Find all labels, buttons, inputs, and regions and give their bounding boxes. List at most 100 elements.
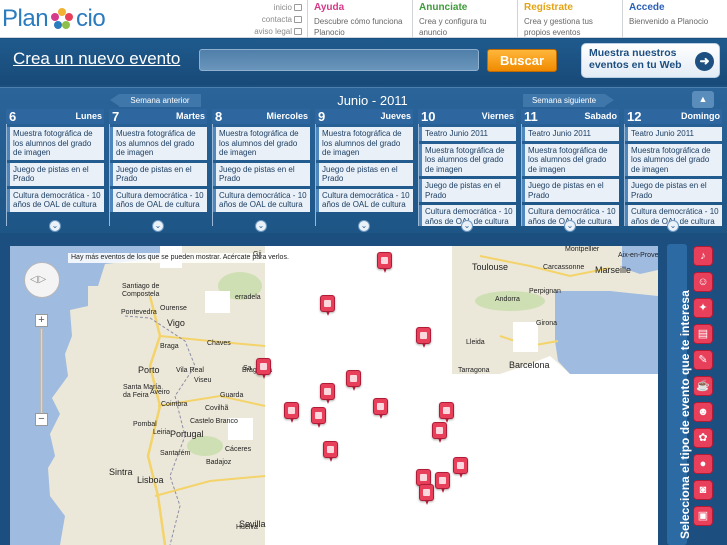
event-item[interactable]: Muestra fotográfica de los alumnos del g… <box>522 143 619 176</box>
menu-accede-title: Accede <box>629 2 665 13</box>
event-marker[interactable] <box>377 252 392 273</box>
event-marker[interactable] <box>432 422 447 443</box>
event-marker[interactable] <box>373 398 388 419</box>
event-item[interactable]: Muestra fotográfica de los alumnos del g… <box>419 143 516 176</box>
menu-ayuda[interactable]: Ayuda Descubre cómo funciona Planocio <box>307 0 411 38</box>
chevron-down-icon[interactable]: ⌄ <box>564 220 576 232</box>
event-item[interactable]: Juego de pistas en el Prado <box>7 162 104 186</box>
city-label: Pombal <box>133 421 157 428</box>
event-marker[interactable] <box>323 441 338 462</box>
camera-icon[interactable]: ◙ <box>693 480 713 500</box>
event-item[interactable]: Muestra fotográfica de los alumnos del g… <box>110 127 207 160</box>
event-item[interactable]: Cultura democrática - 10 años de OAL de … <box>213 188 310 212</box>
link-contacta[interactable]: contacta <box>262 15 292 24</box>
event-marker[interactable] <box>311 407 326 428</box>
planocio-logo[interactable]: Plan cio <box>2 4 106 34</box>
zoom-slider[interactable] <box>40 328 43 414</box>
top-bar: Plan cio inicio contacta aviso legal Ayu… <box>0 0 727 38</box>
city-label: Tarragona <box>458 367 490 374</box>
city-label: Cáceres <box>225 446 252 453</box>
menu-registrate[interactable]: Regístrate Crea y gestiona tus propios e… <box>517 0 621 38</box>
day-header[interactable]: 11 Sabado <box>521 109 619 124</box>
day-header[interactable]: 7 Martes <box>109 109 207 124</box>
chevron-down-icon[interactable]: ⌄ <box>461 220 473 232</box>
event-item[interactable]: Juego de pistas en el Prado <box>419 179 516 202</box>
menu-anunciate-text: Crea y configura tu anuncio <box>419 17 487 37</box>
event-marker[interactable] <box>439 402 454 423</box>
pan-control[interactable] <box>24 262 60 298</box>
day-number: 7 <box>112 109 120 124</box>
city-label: Santiago de Compostela <box>122 283 160 298</box>
event-marker[interactable] <box>346 370 361 391</box>
event-item[interactable]: Muestra fotográfica de los alumnos del g… <box>7 127 104 160</box>
city-label: Gij <box>253 251 262 258</box>
event-marker[interactable] <box>435 472 450 493</box>
event-item[interactable]: Teatro Junio 2011 <box>625 127 722 141</box>
event-marker[interactable] <box>320 295 335 316</box>
search-button[interactable]: Buscar <box>487 49 557 72</box>
calendar-day-6: 6 Lunes Muestra fotográfica de los alumnos… <box>6 109 104 232</box>
event-item[interactable]: Teatro Junio 2011 <box>419 127 516 141</box>
balloon-icon[interactable]: ● <box>693 454 713 474</box>
city-label: Vila Real <box>176 367 204 374</box>
event-item[interactable]: Cultura democrática - 10 años de OAL de … <box>7 188 104 212</box>
next-week-button[interactable]: Semana siguiente <box>523 94 614 107</box>
link-inicio[interactable]: inicio <box>274 3 292 12</box>
cinema-icon[interactable]: ✦ <box>693 298 713 318</box>
event-item[interactable]: Juego de pistas en el Prado <box>316 162 413 186</box>
create-event-link[interactable]: Crea un nuevo evento <box>13 49 180 69</box>
event-marker[interactable] <box>256 358 271 379</box>
collapse-calendar-icon[interactable]: ▲ <box>692 91 714 108</box>
event-item[interactable]: Muestra fotográfica de los alumnos del g… <box>625 143 722 176</box>
kids-icon[interactable]: ☻ <box>693 402 713 422</box>
event-item[interactable]: Cultura democrática - 10 años de OAL de … <box>316 188 413 212</box>
menu-anunciate-title: Anunciate <box>419 2 468 13</box>
event-item[interactable]: Juego de pistas en el Prado <box>625 179 722 202</box>
events-map[interactable]: Hay más eventos de los que se pueden mos… <box>10 246 658 545</box>
day-header[interactable]: 9 Jueves <box>315 109 413 124</box>
event-marker[interactable] <box>453 457 468 478</box>
map-panel: Hay más eventos de los que se pueden mos… <box>4 237 658 545</box>
day-header[interactable]: 8 Miercoles <box>212 109 310 124</box>
calendar-day-10: 10 Viernes Teatro Junio 2011 Muestra fotogr… <box>418 109 516 232</box>
event-marker[interactable] <box>416 327 431 348</box>
event-marker[interactable] <box>419 484 434 505</box>
event-marker[interactable] <box>320 383 335 404</box>
event-item[interactable]: Muestra fotográfica de los alumnos del g… <box>213 127 310 160</box>
city-label: Covilhã <box>205 405 229 412</box>
art-icon[interactable]: ✎ <box>693 350 713 370</box>
event-item[interactable]: Cultura democrática - 10 años de OAL de … <box>110 188 207 212</box>
search-input[interactable] <box>199 49 479 71</box>
event-item[interactable]: Juego de pistas en el Prado <box>213 162 310 186</box>
event-item[interactable]: Teatro Junio 2011 <box>522 127 619 141</box>
link-aviso-legal[interactable]: aviso legal <box>254 27 292 36</box>
event-item[interactable]: Juego de pistas en el Prado <box>110 162 207 186</box>
chevron-down-icon[interactable]: ⌄ <box>358 220 370 232</box>
menu-accede[interactable]: Accede Bienvenido a Planocio <box>622 0 727 38</box>
book-icon[interactable]: ▤ <box>693 324 713 344</box>
day-header[interactable]: 12 Domingo <box>624 109 722 124</box>
day-header[interactable]: 10 Viernes <box>418 109 516 124</box>
food-icon[interactable]: ☕ <box>693 376 713 396</box>
music-icon[interactable]: ♪ <box>693 246 713 266</box>
chevron-down-icon[interactable]: ⌄ <box>255 220 267 232</box>
chevron-down-icon[interactable]: ⌄ <box>49 220 61 232</box>
event-item[interactable]: Muestra fotográfica de los alumnos del g… <box>316 127 413 160</box>
chevron-down-icon[interactable]: ⌄ <box>667 220 679 232</box>
event-item[interactable]: Juego de pistas en el Prado <box>522 179 619 202</box>
chevron-down-icon[interactable]: ⌄ <box>152 220 164 232</box>
city-label: Santa María da Feira <box>123 384 162 399</box>
photo-icon[interactable]: ▣ <box>693 506 713 526</box>
party-icon[interactable]: ✿ <box>693 428 713 448</box>
zoom-in-button[interactable]: + <box>35 314 48 327</box>
theater-icon[interactable]: ☺ <box>693 272 713 292</box>
day-number: 11 <box>524 109 538 124</box>
day-name: Martes <box>175 111 205 121</box>
event-marker[interactable] <box>284 402 299 423</box>
show-events-on-web-button[interactable]: Muestra nuestros eventos en tu Web ➜ <box>581 43 720 78</box>
day-header[interactable]: 6 Lunes <box>6 109 104 124</box>
menu-anunciate[interactable]: Anunciate Crea y configura tu anuncio <box>412 0 516 38</box>
arrow-right-icon: ➜ <box>695 52 714 71</box>
city-label: Leiria <box>153 429 171 436</box>
zoom-out-button[interactable]: − <box>35 413 48 426</box>
